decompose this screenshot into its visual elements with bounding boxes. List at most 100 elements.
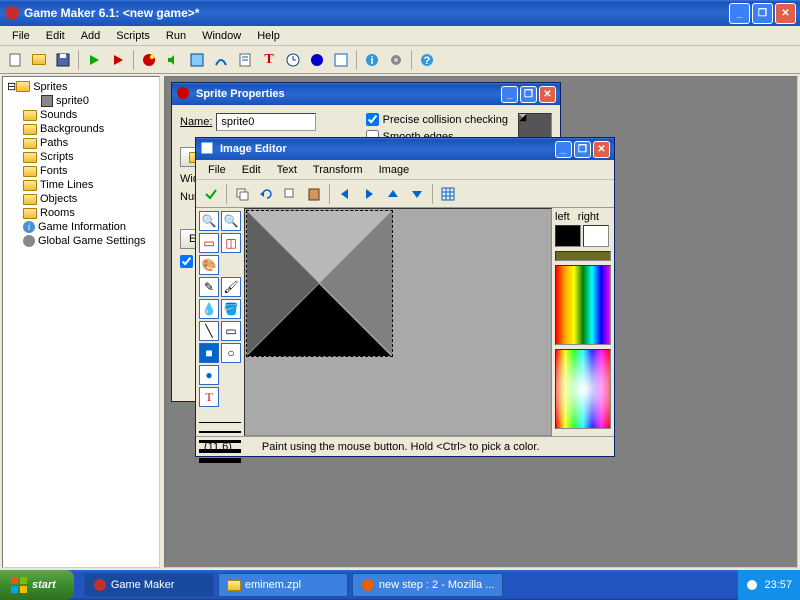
tree-sounds[interactable]: Sounds	[5, 108, 157, 122]
name-input[interactable]	[216, 113, 316, 131]
start-button[interactable]: start	[0, 570, 74, 600]
menu-add[interactable]: Add	[73, 28, 109, 44]
tray-icon[interactable]	[746, 579, 758, 591]
close-button[interactable]: ✕	[775, 3, 796, 24]
ie-undo-button[interactable]	[255, 183, 277, 205]
menu-edit[interactable]: Edit	[38, 28, 73, 44]
select-all-tool[interactable]: ◫	[221, 233, 241, 253]
right-color[interactable]	[583, 225, 609, 247]
ie-accept-button[interactable]	[200, 183, 222, 205]
ie-paste-button[interactable]	[303, 183, 325, 205]
menu-help[interactable]: Help	[249, 28, 288, 44]
minimize-button[interactable]: _	[729, 3, 750, 24]
rect-fill-tool[interactable]: ■	[199, 343, 219, 363]
collapse-icon[interactable]: ⊟	[7, 80, 16, 93]
line-tool[interactable]: ╲	[199, 321, 219, 341]
sp-minimize-button[interactable]: _	[501, 86, 518, 103]
tree-rooms[interactable]: Rooms	[5, 206, 157, 220]
game-info-button[interactable]: i	[361, 49, 383, 71]
add-path-button[interactable]	[210, 49, 232, 71]
ie-maximize-button[interactable]: ❐	[574, 141, 591, 158]
ie-icon	[200, 141, 216, 157]
open-button[interactable]	[28, 49, 50, 71]
zoom-in-tool[interactable]: 🔍	[199, 211, 219, 231]
sprite-props-icon	[176, 86, 192, 102]
tree-scripts[interactable]: Scripts	[5, 150, 157, 164]
ie-grid-button[interactable]	[437, 183, 459, 205]
transparent-checkbox[interactable]	[180, 255, 193, 268]
menu-file[interactable]: File	[4, 28, 38, 44]
sprite-props-titlebar[interactable]: Sprite Properties _ ❐ ✕	[172, 83, 560, 105]
ie-copy-button[interactable]	[231, 183, 253, 205]
maximize-button[interactable]: ❐	[752, 3, 773, 24]
ellipse-fill-tool[interactable]: ●	[199, 365, 219, 385]
sp-close-button[interactable]: ✕	[539, 86, 556, 103]
main-menubar: File Edit Add Scripts Run Window Help	[0, 26, 800, 46]
text-tool[interactable]: T	[199, 387, 219, 407]
tree-sprites[interactable]: ⊟Sprites	[5, 79, 157, 94]
sp-maximize-button[interactable]: ❐	[520, 86, 537, 103]
task-gamemaker[interactable]: Game Maker	[84, 573, 214, 597]
tree-fonts[interactable]: Fonts	[5, 164, 157, 178]
ie-minimize-button[interactable]: _	[555, 141, 572, 158]
menu-run[interactable]: Run	[158, 28, 194, 44]
ie-left-arrow-button[interactable]	[334, 183, 356, 205]
folder-icon	[23, 152, 37, 163]
ie-menu-transform[interactable]: Transform	[305, 162, 371, 178]
save-button[interactable]	[52, 49, 74, 71]
run-button[interactable]	[83, 49, 105, 71]
color-gradient[interactable]	[555, 349, 611, 429]
left-color[interactable]	[555, 225, 581, 247]
ie-menu-image[interactable]: Image	[371, 162, 418, 178]
color-palette[interactable]	[555, 265, 611, 345]
tree-backgrounds[interactable]: Backgrounds	[5, 122, 157, 136]
tree-paths[interactable]: Paths	[5, 136, 157, 150]
ie-right-arrow-button[interactable]	[358, 183, 380, 205]
ie-tool-palette: 🔍 🔍 ▭ ◫ 🎨 ✎ 🖌 💧 🪣 ╲ ▭ ■ ○ ● T	[196, 208, 244, 436]
add-sound-button[interactable]	[162, 49, 184, 71]
tree-objects[interactable]: Objects	[5, 192, 157, 206]
tree-sprite0[interactable]: sprite0	[5, 94, 157, 108]
ie-menu-file[interactable]: File	[200, 162, 234, 178]
add-font-button[interactable]: T	[258, 49, 280, 71]
zoom-out-tool[interactable]: 🔍	[221, 211, 241, 231]
precise-checkbox[interactable]	[366, 113, 379, 126]
ie-menu-edit[interactable]: Edit	[234, 162, 269, 178]
add-room-button[interactable]	[330, 49, 352, 71]
menu-window[interactable]: Window	[194, 28, 249, 44]
ie-down-arrow-button[interactable]	[406, 183, 428, 205]
help-button[interactable]: ?	[416, 49, 438, 71]
tree-timelines[interactable]: Time Lines	[5, 178, 157, 192]
run-debug-button[interactable]	[107, 49, 129, 71]
select-tool[interactable]: ▭	[199, 233, 219, 253]
resource-tree[interactable]: ⊟Sprites sprite0 Sounds Backgrounds Path…	[2, 76, 160, 568]
settings-button[interactable]	[385, 49, 407, 71]
ellipse-outline-tool[interactable]: ○	[221, 343, 241, 363]
brush-tool[interactable]: 🖌	[221, 277, 241, 297]
task-eminem[interactable]: eminem.zpl	[218, 573, 348, 597]
ie-menu-text[interactable]: Text	[269, 162, 305, 178]
add-background-button[interactable]	[186, 49, 208, 71]
ie-close-button[interactable]: ✕	[593, 141, 610, 158]
tree-settings[interactable]: Global Game Settings	[5, 234, 157, 248]
fill-tool[interactable]: 🪣	[221, 299, 241, 319]
folder-icon	[23, 180, 37, 191]
add-timeline-button[interactable]	[282, 49, 304, 71]
ie-up-arrow-button[interactable]	[382, 183, 404, 205]
rect-outline-tool[interactable]: ▭	[221, 321, 241, 341]
pencil-tool[interactable]: ✎	[199, 277, 219, 297]
tree-gameinfo[interactable]: iGame Information	[5, 220, 157, 234]
ie-cut-button[interactable]	[279, 183, 301, 205]
system-tray[interactable]: 23:57	[738, 570, 800, 600]
add-object-button[interactable]	[306, 49, 328, 71]
menu-scripts[interactable]: Scripts	[108, 28, 158, 44]
ie-titlebar[interactable]: Image Editor _ ❐ ✕	[196, 138, 614, 160]
palette-tool[interactable]: 🎨	[199, 255, 219, 275]
ie-canvas[interactable]	[244, 208, 552, 436]
add-sprite-button[interactable]	[138, 49, 160, 71]
add-script-button[interactable]	[234, 49, 256, 71]
sprite-pixels[interactable]	[247, 211, 392, 356]
task-mozilla[interactable]: new step : 2 - Mozilla ...	[352, 573, 504, 597]
eyedropper-tool[interactable]: 💧	[199, 299, 219, 319]
new-button[interactable]	[4, 49, 26, 71]
